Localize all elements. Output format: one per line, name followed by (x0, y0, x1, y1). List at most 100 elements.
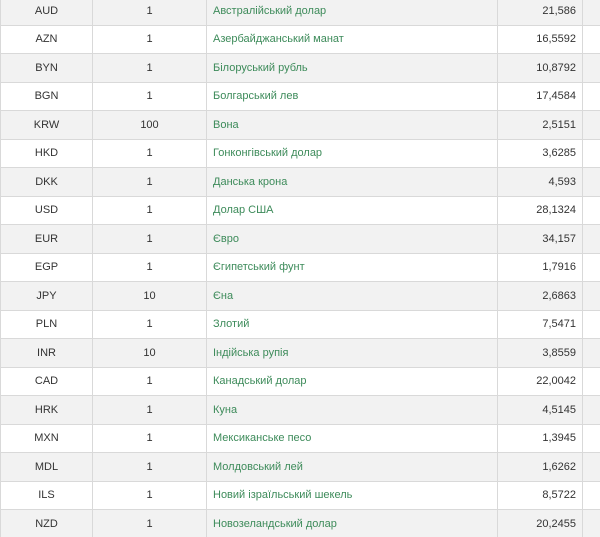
currency-code-cell: DKK (0, 167, 93, 197)
table-row: CAD 1 Канадський долар 22,0042 (0, 366, 600, 396)
currency-name-cell[interactable]: Індійська рупія (206, 338, 498, 368)
exchange-rate-cell: 7,5471 (497, 309, 583, 339)
exchange-rate-cell: 10,8792 (497, 53, 583, 83)
table-row: USD 1 Долар США 28,1324 (0, 195, 600, 225)
table-row: INR 10 Індійська рупія 3,8559 (0, 338, 600, 368)
table-row: MXN 1 Мексиканське песо 1,3945 (0, 423, 600, 453)
table-row: EGP 1 Єгипетський фунт 1,7916 (0, 252, 600, 282)
currency-code-cell: HRK (0, 395, 93, 425)
units-cell: 1 (92, 395, 207, 425)
currency-name-cell[interactable]: Молдовський лей (206, 452, 498, 482)
currency-code-cell: USD (0, 195, 93, 225)
units-cell: 1 (92, 0, 207, 26)
currency-name-cell[interactable]: Вона (206, 110, 498, 140)
currency-name-cell[interactable]: Болгарський лев (206, 81, 498, 111)
table-row: ILS 1 Новий ізраїльський шекель 8,5722 (0, 480, 600, 510)
empty-cell (582, 167, 600, 197)
currency-rates-table-container: AUD 1 Австралійський долар 21,586 AZN 1 … (0, 0, 600, 537)
currency-name-cell[interactable]: Мексиканське песо (206, 423, 498, 453)
currency-code-cell: NZD (0, 509, 93, 537)
table-row: BGN 1 Болгарський лев 17,4584 (0, 81, 600, 111)
empty-cell (582, 252, 600, 282)
empty-cell (582, 366, 600, 396)
table-row: EUR 1 Євро 34,157 (0, 224, 600, 254)
units-cell: 1 (92, 452, 207, 482)
exchange-rate-cell: 34,157 (497, 224, 583, 254)
currency-rates-table: AUD 1 Австралійський долар 21,586 AZN 1 … (0, 0, 600, 537)
exchange-rate-cell: 1,6262 (497, 452, 583, 482)
table-row: HRK 1 Куна 4,5145 (0, 395, 600, 425)
units-cell: 1 (92, 423, 207, 453)
exchange-rate-cell: 21,586 (497, 0, 583, 26)
currency-code-cell: BGN (0, 81, 93, 111)
currency-code-cell: CAD (0, 366, 93, 396)
currency-code-cell: KRW (0, 110, 93, 140)
currency-name-cell[interactable]: Данська крона (206, 167, 498, 197)
empty-cell (582, 53, 600, 83)
table-row: JPY 10 Єна 2,6863 (0, 281, 600, 311)
currency-name-cell[interactable]: Єгипетський фунт (206, 252, 498, 282)
table-row: BYN 1 Білоруський рубль 10,8792 (0, 53, 600, 83)
currency-name-cell[interactable]: Новий ізраїльський шекель (206, 480, 498, 510)
empty-cell (582, 309, 600, 339)
exchange-rate-cell: 4,5145 (497, 395, 583, 425)
currency-name-cell[interactable]: Куна (206, 395, 498, 425)
table-row: HKD 1 Гонконгівський долар 3,6285 (0, 138, 600, 168)
table-row: NZD 1 Новозеландський долар 20,2455 (0, 509, 600, 537)
units-cell: 1 (92, 195, 207, 225)
exchange-rate-cell: 17,4584 (497, 81, 583, 111)
currency-name-cell[interactable]: Азербайджанський манат (206, 24, 498, 54)
exchange-rate-cell: 20,2455 (497, 509, 583, 537)
empty-cell (582, 0, 600, 26)
units-cell: 1 (92, 138, 207, 168)
exchange-rate-cell: 22,0042 (497, 366, 583, 396)
exchange-rate-cell: 3,8559 (497, 338, 583, 368)
units-cell: 1 (92, 366, 207, 396)
currency-name-cell[interactable]: Євро (206, 224, 498, 254)
currency-name-cell[interactable]: Австралійський долар (206, 0, 498, 26)
currency-code-cell: EUR (0, 224, 93, 254)
currency-name-cell[interactable]: Білоруський рубль (206, 53, 498, 83)
currency-name-cell[interactable]: Злотий (206, 309, 498, 339)
units-cell: 1 (92, 81, 207, 111)
currency-code-cell: EGP (0, 252, 93, 282)
table-row: AZN 1 Азербайджанський манат 16,5592 (0, 24, 600, 54)
currency-code-cell: AUD (0, 0, 93, 26)
units-cell: 1 (92, 509, 207, 537)
exchange-rate-cell: 2,6863 (497, 281, 583, 311)
currency-code-cell: JPY (0, 281, 93, 311)
empty-cell (582, 224, 600, 254)
exchange-rate-cell: 3,6285 (497, 138, 583, 168)
currency-name-cell[interactable]: Єна (206, 281, 498, 311)
currency-code-cell: PLN (0, 309, 93, 339)
currency-name-cell[interactable]: Канадський долар (206, 366, 498, 396)
currency-code-cell: ILS (0, 480, 93, 510)
table-row: DKK 1 Данська крона 4,593 (0, 167, 600, 197)
table-row: KRW 100 Вона 2,5151 (0, 110, 600, 140)
exchange-rate-cell: 28,1324 (497, 195, 583, 225)
units-cell: 10 (92, 338, 207, 368)
empty-cell (582, 81, 600, 111)
units-cell: 1 (92, 252, 207, 282)
table-row: AUD 1 Австралійський долар 21,586 (0, 0, 600, 26)
currency-code-cell: MXN (0, 423, 93, 453)
empty-cell (582, 110, 600, 140)
exchange-rate-cell: 8,5722 (497, 480, 583, 510)
units-cell: 1 (92, 24, 207, 54)
exchange-rate-cell: 4,593 (497, 167, 583, 197)
empty-cell (582, 338, 600, 368)
exchange-rate-cell: 1,3945 (497, 423, 583, 453)
exchange-rate-cell: 16,5592 (497, 24, 583, 54)
table-row: MDL 1 Молдовський лей 1,6262 (0, 452, 600, 482)
empty-cell (582, 24, 600, 54)
currency-code-cell: INR (0, 338, 93, 368)
currency-name-cell[interactable]: Долар США (206, 195, 498, 225)
table-row: PLN 1 Злотий 7,5471 (0, 309, 600, 339)
currency-name-cell[interactable]: Гонконгівський долар (206, 138, 498, 168)
empty-cell (582, 281, 600, 311)
units-cell: 1 (92, 309, 207, 339)
units-cell: 1 (92, 480, 207, 510)
empty-cell (582, 480, 600, 510)
currency-name-cell[interactable]: Новозеландський долар (206, 509, 498, 537)
currency-code-cell: MDL (0, 452, 93, 482)
